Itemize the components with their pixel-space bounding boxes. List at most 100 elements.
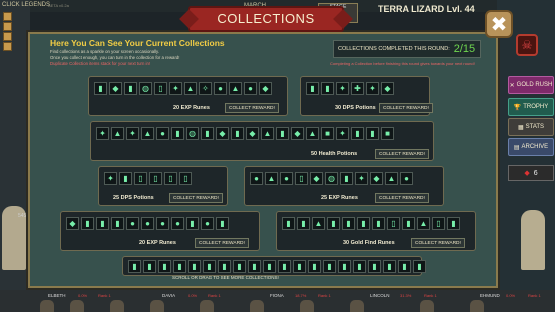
collection-slot[interactable]: ✦ — [336, 127, 349, 140]
side-menu-button[interactable] — [3, 32, 12, 41]
side-menu-button[interactable] — [3, 42, 12, 51]
collection-slot[interactable]: ✦ — [126, 127, 139, 140]
collection-slot[interactable]: ▮ — [111, 217, 124, 230]
collection-slot[interactable]: ▮ — [297, 217, 310, 230]
collection-slot[interactable]: ▮ — [306, 82, 319, 95]
collection-slot[interactable]: ▮ — [96, 217, 109, 230]
collection-slot[interactable]: ◆ — [291, 127, 304, 140]
collect-reward-button[interactable]: COLLECT REWARD! — [411, 238, 465, 248]
collection-slot[interactable]: ◆ — [246, 127, 259, 140]
collection-slot[interactable]: ▲ — [111, 127, 124, 140]
collection-slot[interactable]: ✚ — [351, 82, 364, 95]
collection-slot[interactable]: ● — [244, 82, 257, 95]
party-figure[interactable] — [40, 300, 54, 312]
collection-slot[interactable]: ▮ — [186, 217, 199, 230]
collection-slot[interactable]: ▮ — [203, 260, 216, 273]
collection-slot[interactable]: ◍ — [139, 82, 152, 95]
collection-slot[interactable]: ▮ — [308, 260, 321, 273]
collection-slot[interactable]: ◆ — [370, 172, 383, 185]
collection-slot[interactable]: ▮ — [201, 127, 214, 140]
collection-slot[interactable]: ● — [126, 217, 139, 230]
collection-slot[interactable]: ● — [171, 217, 184, 230]
party-figure[interactable] — [470, 300, 484, 312]
collection-slot[interactable]: ▮ — [188, 260, 201, 273]
collect-reward-button[interactable]: COLLECT REWARD! — [375, 149, 429, 159]
collection-slot[interactable]: ▮ — [338, 260, 351, 273]
collection-slot[interactable]: ▲ — [385, 172, 398, 185]
skull-button[interactable]: ☠ — [516, 34, 538, 56]
collection-slot[interactable]: ◆ — [109, 82, 122, 95]
collection-slot[interactable]: ▲ — [306, 127, 319, 140]
collection-slot[interactable]: ▯ — [154, 82, 167, 95]
collection-slot[interactable]: ▯ — [432, 217, 445, 230]
collection-slot[interactable]: ◍ — [325, 172, 338, 185]
collection-slot[interactable]: ▲ — [261, 127, 274, 140]
collection-slot[interactable]: ◆ — [310, 172, 323, 185]
collection-slot[interactable]: ✦ — [104, 172, 117, 185]
collection-slot[interactable]: ▮ — [94, 82, 107, 95]
party-figure[interactable] — [150, 300, 164, 312]
collection-slot[interactable]: ● — [201, 217, 214, 230]
collection-slot[interactable]: ▮ — [248, 260, 261, 273]
collection-slot[interactable]: ▮ — [263, 260, 276, 273]
collection-slot[interactable]: ■ — [381, 127, 394, 140]
collection-slot[interactable]: ▮ — [327, 217, 340, 230]
party-figure[interactable] — [300, 300, 314, 312]
collection-slot[interactable]: ▮ — [402, 217, 415, 230]
collection-slot[interactable]: ✦ — [96, 127, 109, 140]
party-figure[interactable] — [200, 300, 214, 312]
collection-slot[interactable]: ◆ — [259, 82, 272, 95]
collection-slot[interactable]: ▮ — [124, 82, 137, 95]
collection-slot[interactable]: ■ — [321, 127, 334, 140]
collection-slot[interactable]: ▮ — [323, 260, 336, 273]
party-figure[interactable] — [110, 300, 124, 312]
collection-slot[interactable]: ▮ — [143, 260, 156, 273]
collection-slot[interactable]: ◆ — [216, 127, 229, 140]
collection-slot[interactable]: ▲ — [312, 217, 325, 230]
side-menu-button[interactable] — [3, 12, 12, 21]
collection-slot[interactable]: ▮ — [233, 260, 246, 273]
collection-slot[interactable]: ● — [141, 217, 154, 230]
collection-slot[interactable]: ✦ — [355, 172, 368, 185]
collection-slot[interactable]: ▮ — [218, 260, 231, 273]
close-button[interactable]: ✖ — [485, 10, 513, 38]
collection-slot[interactable]: ▮ — [158, 260, 171, 273]
party-figure[interactable] — [250, 300, 264, 312]
archive-button[interactable]: ▤ ARCHIVE — [508, 138, 554, 156]
collection-slot[interactable]: ▮ — [383, 260, 396, 273]
collection-slot[interactable]: ● — [214, 82, 227, 95]
collection-slot[interactable]: ▮ — [128, 260, 141, 273]
collection-slot[interactable]: ▮ — [231, 127, 244, 140]
collect-reward-button[interactable]: COLLECT REWARD! — [225, 103, 279, 113]
collection-slot[interactable]: ▮ — [413, 260, 426, 273]
collection-slot[interactable]: ▯ — [164, 172, 177, 185]
collection-slot[interactable]: ▯ — [134, 172, 147, 185]
collection-slot[interactable]: ● — [156, 217, 169, 230]
collection-slot[interactable]: ▮ — [293, 260, 306, 273]
collect-reward-button[interactable]: COLLECT REWARD! — [169, 193, 223, 203]
collect-reward-button[interactable]: COLLECT REWARD! — [379, 103, 433, 113]
collection-slot[interactable]: ● — [250, 172, 263, 185]
collection-slot[interactable]: ▮ — [372, 217, 385, 230]
collect-reward-button[interactable]: COLLECT REWARD! — [375, 193, 429, 203]
collection-slot[interactable]: ✧ — [199, 82, 212, 95]
collection-slot[interactable]: ● — [280, 172, 293, 185]
party-figure[interactable] — [420, 300, 434, 312]
collection-slot[interactable]: ▮ — [321, 82, 334, 95]
collection-slot[interactable]: ▮ — [173, 260, 186, 273]
collection-slot[interactable]: ▮ — [216, 217, 229, 230]
collect-reward-button[interactable]: COLLECT REWARD! — [195, 238, 249, 248]
collection-slot[interactable]: ▮ — [81, 217, 94, 230]
collection-slot[interactable]: ▲ — [229, 82, 242, 95]
gold-rush-button[interactable]: ✕ GOLD RUSH — [508, 76, 554, 94]
collection-slot[interactable]: ● — [400, 172, 413, 185]
collection-slot[interactable]: ✦ — [169, 82, 182, 95]
collection-slot[interactable]: ▮ — [119, 172, 132, 185]
collection-slot[interactable]: ▮ — [276, 127, 289, 140]
trophy-button[interactable]: 🏆 TROPHY — [508, 98, 554, 116]
collection-slot[interactable]: ▲ — [417, 217, 430, 230]
collection-slot[interactable]: ✦ — [366, 82, 379, 95]
collection-slot[interactable]: ▯ — [387, 217, 400, 230]
collection-slot[interactable]: ▲ — [265, 172, 278, 185]
collection-slot[interactable]: ◆ — [66, 217, 79, 230]
